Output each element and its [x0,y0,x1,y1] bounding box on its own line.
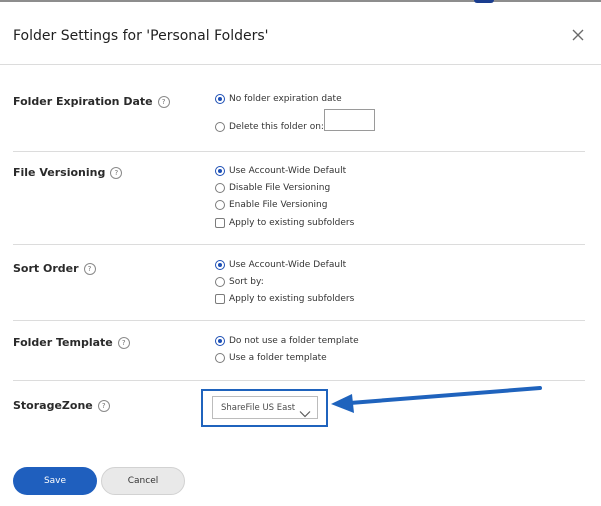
expiration-label-text: Folder Expiration Date [13,95,153,108]
option-label: No folder expiration date [229,94,342,104]
radio-template-none[interactable]: Do not use a folder template [215,334,359,348]
checkbox-sort-apply[interactable]: Apply to existing subfolders [215,292,354,306]
radio-sort-by[interactable]: Sort by: [215,275,264,289]
cancel-button[interactable]: Cancel [101,467,185,495]
storagezone-value: ShareFile US East [221,402,296,413]
versioning-label: File Versioning ? [13,166,123,179]
template-label: Folder Template ? [13,336,130,349]
row-divider [13,244,585,245]
radio-versioning-disable[interactable]: Disable File Versioning [215,181,330,195]
radio-sort-default[interactable]: Use Account-Wide Default [215,258,346,272]
template-label-text: Folder Template [13,336,113,349]
expiration-date-input[interactable] [324,109,375,131]
storagezone-label-text: StorageZone [13,399,93,412]
dialog-header: Folder Settings for 'Personal Folders' [0,2,601,64]
radio-selected-icon [215,94,225,104]
versioning-label-text: File Versioning [13,166,106,179]
checkbox-versioning-apply[interactable]: Apply to existing subfolders [215,216,354,230]
radio-versioning-default[interactable]: Use Account-Wide Default [215,164,346,178]
storagezone-label: StorageZone ? [13,399,110,412]
option-label: Enable File Versioning [229,200,328,210]
header-divider [0,64,601,65]
radio-selected-icon [215,336,225,346]
save-button[interactable]: Save [13,467,97,495]
expiration-label: Folder Expiration Date ? [13,95,170,108]
radio-selected-icon [215,260,225,270]
option-label: Apply to existing subfolders [229,294,355,304]
dialog-title: Folder Settings for 'Personal Folders' [13,28,269,44]
radio-icon [215,122,225,132]
radio-no-expiration[interactable]: No folder expiration date [215,92,342,106]
radio-icon [215,200,225,210]
sort-label: Sort Order ? [13,262,96,275]
row-divider [13,151,585,152]
option-label: Use Account-Wide Default [229,260,347,270]
help-icon[interactable]: ? [117,336,130,349]
annotation-arrow [331,386,542,413]
checkbox-icon [215,218,225,228]
option-label: Do not use a folder template [229,336,359,346]
help-icon[interactable]: ? [157,95,170,108]
radio-icon [215,277,225,287]
option-label: Use a folder template [229,353,327,363]
option-label: Delete this folder on: [229,122,324,132]
sort-label-text: Sort Order [13,262,79,275]
radio-versioning-enable[interactable]: Enable File Versioning [215,198,327,212]
radio-delete-on[interactable]: Delete this folder on: [215,120,324,134]
checkbox-icon [215,294,225,304]
radio-selected-icon [215,166,225,176]
help-icon[interactable]: ? [97,399,110,412]
help-icon[interactable]: ? [110,166,123,179]
close-icon[interactable] [568,25,588,45]
option-label: Sort by: [229,277,264,287]
radio-icon [215,353,225,363]
row-divider [13,320,585,321]
option-label: Use Account-Wide Default [229,166,347,176]
option-label: Apply to existing subfolders [229,218,355,228]
chevron-down-icon[interactable] [299,403,311,418]
option-label: Disable File Versioning [229,183,331,193]
radio-icon [215,183,225,193]
folder-settings-dialog: Folder Settings for 'Personal Folders' F… [0,0,601,506]
radio-template-use[interactable]: Use a folder template [215,351,327,365]
help-icon[interactable]: ? [83,262,96,275]
